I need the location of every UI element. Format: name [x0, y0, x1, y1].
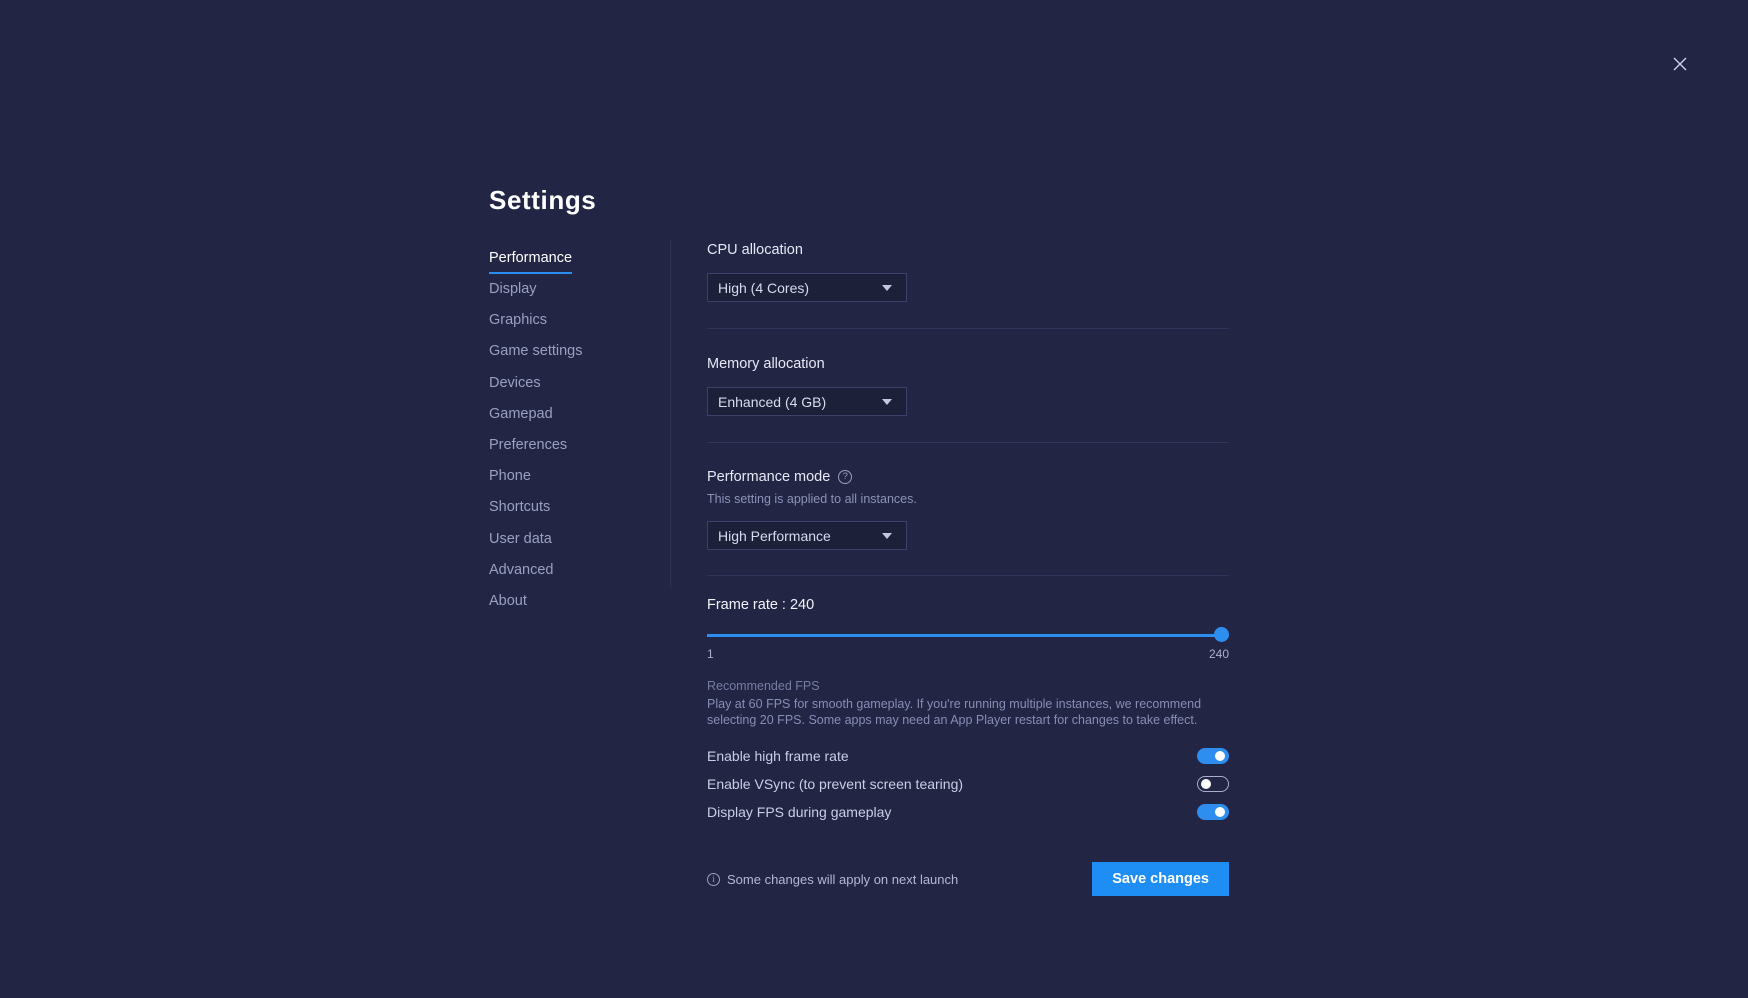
sidebar-item-preferences[interactable]: Preferences — [489, 430, 567, 461]
toggle-row-high-frame-rate[interactable]: Enable high frame rate — [707, 742, 1229, 770]
settings-footer: i Some changes will apply on next launch… — [707, 862, 1229, 896]
cpu-allocation-select[interactable]: High (4 Cores) — [707, 273, 907, 302]
recommended-fps-title: Recommended FPS — [707, 678, 1229, 695]
toggle-display-fps[interactable] — [1197, 804, 1229, 820]
memory-allocation-value: Enhanced (4 GB) — [718, 394, 882, 410]
cpu-allocation-label: CPU allocation — [707, 240, 1229, 260]
frame-rate-title: Frame rate : 240 — [707, 597, 1229, 613]
close-icon — [1672, 56, 1688, 72]
footer-note: i Some changes will apply on next launch — [707, 872, 958, 887]
performance-mode-select[interactable]: High Performance — [707, 521, 907, 550]
sidebar-item-game-settings[interactable]: Game settings — [489, 336, 583, 367]
toggle-label: Enable high frame rate — [707, 748, 849, 764]
performance-mode-label: Performance mode — [707, 467, 830, 487]
toggle-knob — [1215, 751, 1225, 761]
toggle-high-frame-rate[interactable] — [1197, 748, 1229, 764]
sidebar-item-display[interactable]: Display — [489, 274, 537, 305]
save-changes-button[interactable]: Save changes — [1092, 862, 1229, 896]
sidebar-item-phone[interactable]: Phone — [489, 461, 531, 492]
sidebar-item-about[interactable]: About — [489, 586, 527, 617]
cpu-allocation-value: High (4 Cores) — [718, 280, 882, 296]
toggle-knob — [1215, 807, 1225, 817]
sidebar-divider — [670, 240, 671, 587]
toggle-vsync[interactable] — [1197, 776, 1229, 792]
cpu-allocation-section: CPU allocation High (4 Cores) — [707, 240, 1229, 302]
toggle-row-display-fps[interactable]: Display FPS during gameplay — [707, 798, 1229, 826]
slider-min-label: 1 — [707, 647, 714, 661]
sidebar-item-user-data[interactable]: User data — [489, 524, 552, 555]
page-title: Settings — [489, 185, 596, 216]
slider-endpoints: 1 240 — [707, 647, 1229, 661]
settings-sidebar: Performance Display Graphics Game settin… — [489, 245, 649, 617]
settings-content: CPU allocation High (4 Cores) Memory all… — [707, 240, 1229, 896]
performance-mode-sublabel: This setting is applied to all instances… — [707, 490, 1229, 508]
toggle-list: Enable high frame rate Enable VSync (to … — [707, 742, 1229, 826]
chevron-down-icon — [882, 533, 892, 539]
frame-rate-slider[interactable] — [707, 626, 1229, 644]
toggle-label: Enable VSync (to prevent screen tearing) — [707, 776, 963, 792]
toggle-label: Display FPS during gameplay — [707, 804, 891, 820]
sidebar-item-graphics[interactable]: Graphics — [489, 305, 547, 336]
recommended-fps-body: Play at 60 FPS for smooth gameplay. If y… — [707, 697, 1229, 728]
chevron-down-icon — [882, 285, 892, 291]
slider-max-label: 240 — [1209, 647, 1229, 661]
toggle-row-vsync[interactable]: Enable VSync (to prevent screen tearing) — [707, 770, 1229, 798]
frame-rate-section: Frame rate : 240 1 240 Recommended FPS P… — [707, 597, 1229, 728]
settings-window: Settings Performance Display Graphics Ga… — [0, 0, 1748, 998]
memory-allocation-select[interactable]: Enhanced (4 GB) — [707, 387, 907, 416]
performance-mode-section: Performance mode ? This setting is appli… — [707, 467, 1229, 550]
chevron-down-icon — [882, 399, 892, 405]
sidebar-item-gamepad[interactable]: Gamepad — [489, 399, 553, 430]
sidebar-item-performance[interactable]: Performance — [489, 245, 572, 274]
memory-allocation-section: Memory allocation Enhanced (4 GB) — [707, 354, 1229, 416]
close-button[interactable] — [1666, 50, 1694, 78]
sidebar-item-shortcuts[interactable]: Shortcuts — [489, 492, 550, 523]
section-divider-2 — [707, 442, 1229, 443]
performance-mode-label-row: Performance mode ? — [707, 467, 1229, 487]
performance-mode-value: High Performance — [718, 528, 882, 544]
sidebar-item-advanced[interactable]: Advanced — [489, 555, 554, 586]
info-circle-icon: i — [707, 873, 720, 886]
footer-note-text: Some changes will apply on next launch — [727, 872, 958, 887]
sidebar-item-devices[interactable]: Devices — [489, 368, 541, 399]
memory-allocation-label: Memory allocation — [707, 354, 1229, 374]
slider-thumb[interactable] — [1214, 627, 1229, 642]
section-divider-1 — [707, 328, 1229, 329]
slider-fill — [707, 634, 1222, 637]
section-divider-3 — [707, 575, 1229, 576]
toggle-knob — [1201, 779, 1211, 789]
help-circle-icon[interactable]: ? — [838, 470, 852, 484]
